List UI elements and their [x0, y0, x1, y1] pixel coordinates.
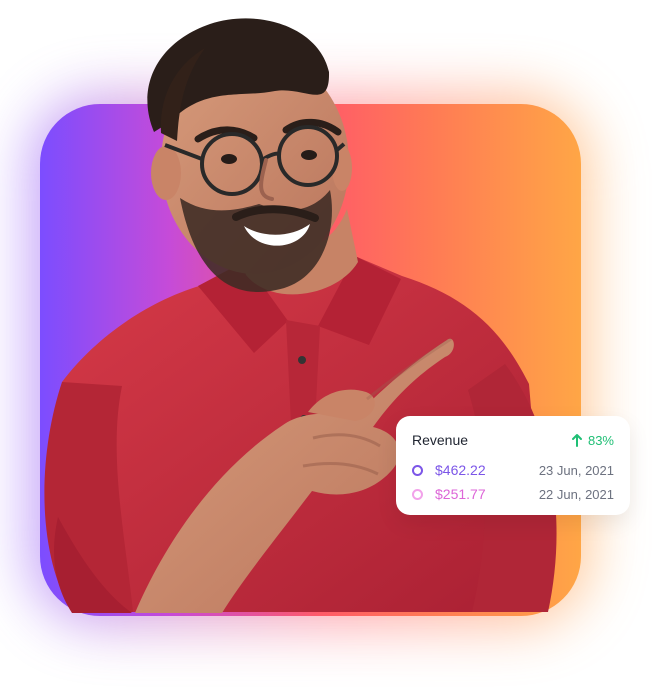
hero-illustration: Revenue 83% $462.22 23 Jun, 2021 $251.77… — [0, 0, 664, 697]
series-dot-pink — [412, 488, 423, 500]
series-dot-purple — [412, 464, 423, 476]
revenue-title: Revenue — [412, 432, 469, 448]
growth-indicator: 83% — [571, 433, 614, 448]
revenue-amount: $251.77 — [435, 486, 486, 502]
growth-value: 83% — [587, 432, 614, 448]
revenue-row: $462.22 23 Jun, 2021 — [412, 458, 614, 482]
revenue-date: 23 Jun, 2021 — [538, 462, 614, 478]
revenue-amount: $462.22 — [435, 462, 486, 478]
person-pointing-image — [44, 18, 557, 613]
arrow-up-icon — [571, 434, 582, 447]
revenue-card: Revenue 83% $462.22 23 Jun, 2021 $251.77… — [396, 416, 630, 515]
revenue-row: $251.77 22 Jun, 2021 — [412, 482, 614, 506]
revenue-date: 22 Jun, 2021 — [538, 486, 614, 502]
revenue-card-header: Revenue 83% — [412, 431, 614, 449]
